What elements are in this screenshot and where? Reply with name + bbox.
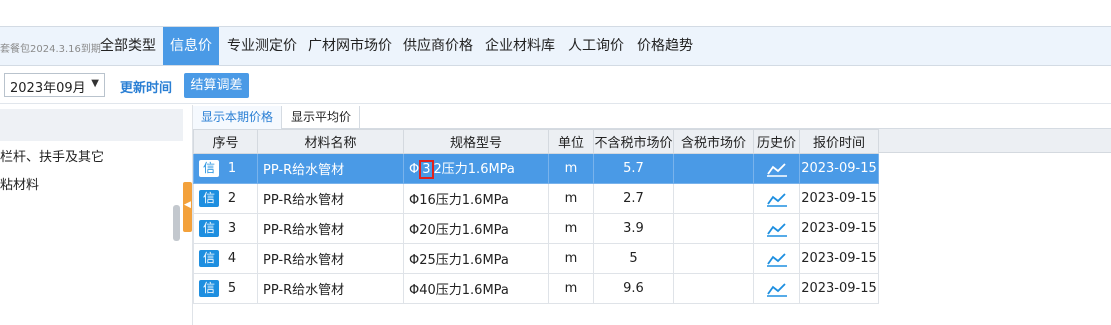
row-unit: m [548, 153, 594, 184]
price-table: 序号 材料名称 规格型号 单位 不含税市场价 含税市场价 历史价 报价时间 信1… [193, 129, 879, 304]
row-price-inc-tax [673, 183, 754, 214]
row-price-inc-tax [673, 153, 754, 184]
period-select[interactable]: 2023年09月 ▼ [4, 73, 105, 97]
table-row[interactable]: 信2 PP-R给水管材 Φ16压力1.6MPa m 2.7 2023-09-15 [193, 183, 879, 214]
trend-line-icon[interactable] [753, 213, 800, 244]
col-header-price-ex-tax[interactable]: 不含税市场价 [593, 129, 674, 154]
trend-line-icon[interactable] [753, 153, 800, 184]
tab-info-price[interactable]: 信息价 [163, 27, 219, 65]
row-unit: m [548, 243, 594, 274]
row-unit: m [548, 273, 594, 304]
row-price-ex-tax: 5.7 [593, 153, 674, 184]
row-price-ex-tax: 2.7 [593, 183, 674, 214]
table-header-row: 序号 材料名称 规格型号 单位 不含税市场价 含税市场价 历史价 报价时间 [193, 129, 879, 154]
row-price-ex-tax: 3.9 [593, 213, 674, 244]
spec-rest: 2压力1.6MPa [433, 162, 515, 177]
row-name: PP-R给水管材 [257, 213, 404, 244]
row-name: PP-R给水管材 [257, 273, 404, 304]
tree-header [0, 109, 183, 141]
row-spec[interactable]: Φ 3 2压力1.6MPa [403, 153, 549, 184]
row-unit: m [548, 183, 594, 214]
row-price-inc-tax [673, 273, 754, 304]
collapse-left-icon: ◀ [184, 200, 191, 210]
panel-splitter[interactable]: ◀ [183, 182, 192, 232]
tree-item-adhesive[interactable]: 粘材料 [0, 174, 39, 193]
col-header-seq[interactable]: 序号 [193, 129, 258, 154]
price-subtabs: 显示本期价格 显示平均价 [193, 106, 1111, 129]
row-unit: m [548, 213, 594, 244]
row-quote-time: 2023-09-15 [799, 183, 879, 214]
spec-prefix: Φ [409, 162, 420, 177]
row-seq: 5 [227, 281, 237, 296]
grid-header-filler [879, 129, 1111, 153]
table-row[interactable]: 信4 PP-R给水管材 Φ25压力1.6MPa m 5 2023-09-15 [193, 243, 879, 274]
row-price-inc-tax [673, 243, 754, 274]
table-row[interactable]: 信1 PP-R给水管材 Φ 3 2压力1.6MPa m 5.7 2023-09-15 [193, 153, 879, 184]
tab-all-types[interactable]: 全部类型 [100, 27, 156, 65]
trend-line-icon[interactable] [753, 273, 800, 304]
top-strip [0, 0, 1111, 26]
main-tab-bar: 套餐包2024.3.16到期 全部类型 信息价 专业测定价 广材网市场价 供应商… [0, 26, 1111, 66]
row-seq: 2 [227, 191, 237, 206]
info-badge: 信 [199, 160, 219, 177]
row-name: PP-R给水管材 [257, 243, 404, 274]
row-price-ex-tax: 5 [593, 243, 674, 274]
row-quote-time: 2023-09-15 [799, 213, 879, 244]
tab-supplier-price[interactable]: 供应商价格 [403, 27, 473, 65]
tree-scrollbar[interactable] [173, 205, 180, 241]
table-row[interactable]: 信3 PP-R给水管材 Φ20压力1.6MPa m 3.9 2023-09-15 [193, 213, 879, 244]
subtab-current-price[interactable]: 显示本期价格 [193, 106, 283, 129]
row-price-ex-tax: 9.6 [593, 273, 674, 304]
info-badge: 信 [199, 250, 219, 267]
table-row[interactable]: 信5 PP-R给水管材 Φ40压力1.6MPa m 9.6 2023-09-15 [193, 273, 879, 304]
row-name: PP-R给水管材 [257, 153, 404, 184]
row-spec[interactable]: Φ16压力1.6MPa [403, 183, 549, 214]
row-price-inc-tax [673, 213, 754, 244]
info-badge: 信 [199, 220, 219, 237]
tree-item-railing[interactable]: 栏杆、扶手及其它 [0, 146, 104, 165]
tab-professional-price[interactable]: 专业测定价 [227, 27, 297, 65]
subtab-average-price[interactable]: 显示平均价 [283, 106, 361, 129]
tab-market-price[interactable]: 广材网市场价 [308, 27, 392, 65]
row-quote-time: 2023-09-15 [799, 243, 879, 274]
period-value: 2023年09月 [10, 81, 86, 96]
info-badge: 信 [199, 190, 219, 207]
row-quote-time: 2023-09-15 [799, 153, 879, 184]
row-spec[interactable]: Φ20压力1.6MPa [403, 213, 549, 244]
package-expiry-text: 套餐包2024.3.16到期 [0, 44, 101, 55]
tab-manual-inquiry[interactable]: 人工询价 [568, 27, 624, 65]
spec-highlight-box: 3 [419, 160, 434, 179]
row-spec[interactable]: Φ40压力1.6MPa [403, 273, 549, 304]
col-header-unit[interactable]: 单位 [548, 129, 594, 154]
trend-line-icon[interactable] [753, 243, 800, 274]
col-header-spec[interactable]: 规格型号 [403, 129, 549, 154]
toolbar: 2023年09月 ▼ 更新时间 结算调差 [0, 66, 1111, 104]
col-header-price-inc-tax[interactable]: 含税市场价 [673, 129, 754, 154]
settle-adjust-button[interactable]: 结算调差 [184, 73, 249, 98]
col-header-history[interactable]: 历史价 [753, 129, 800, 154]
row-seq: 1 [227, 161, 237, 176]
trend-line-icon[interactable] [753, 183, 800, 214]
info-badge: 信 [199, 280, 219, 297]
tab-enterprise-library[interactable]: 企业材料库 [485, 27, 555, 65]
category-tree [0, 105, 183, 325]
col-header-name[interactable]: 材料名称 [257, 129, 404, 154]
tab-price-trend[interactable]: 价格趋势 [637, 27, 693, 65]
row-seq: 4 [227, 251, 237, 266]
row-seq: 3 [227, 221, 237, 236]
caret-down-icon: ▼ [91, 78, 99, 89]
update-time-link[interactable]: 更新时间 [120, 77, 172, 96]
row-spec[interactable]: Φ25压力1.6MPa [403, 243, 549, 274]
col-header-quote-time[interactable]: 报价时间 [799, 129, 879, 154]
row-name: PP-R给水管材 [257, 183, 404, 214]
row-quote-time: 2023-09-15 [799, 273, 879, 304]
